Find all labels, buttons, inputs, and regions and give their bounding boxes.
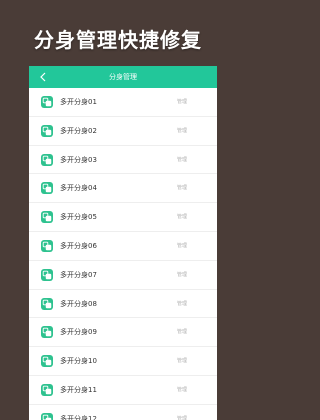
- phone-screen: 分身管理 多开分身01 管理 多开分身02 管理 多开分身03 管理 多开分身04 管理 多开分…: [29, 66, 217, 420]
- clone-app-icon: [41, 326, 53, 339]
- manage-button[interactable]: 管理: [177, 318, 187, 346]
- page-title: 分身管理: [109, 73, 137, 81]
- list-item-label: 多开分身05: [60, 213, 97, 222]
- clone-app-icon: [41, 211, 53, 224]
- list-item-label: 多开分身08: [60, 299, 97, 308]
- list-item[interactable]: 多开分身09 管理: [29, 318, 217, 348]
- manage-button[interactable]: 管理: [177, 88, 187, 116]
- list-item-label: 多开分身07: [60, 270, 97, 279]
- promo-title: 分身管理快捷修复: [34, 28, 202, 52]
- manage-button[interactable]: 管理: [177, 146, 187, 174]
- list-item-label: 多开分身12: [60, 414, 97, 420]
- list-item[interactable]: 多开分身07 管理: [29, 261, 217, 290]
- list-item-label: 多开分身11: [60, 386, 97, 394]
- manage-button[interactable]: 管理: [177, 261, 187, 289]
- clone-app-icon: [41, 124, 53, 137]
- list-item-label: 多开分身06: [60, 242, 97, 250]
- clone-app-icon: [41, 384, 53, 396]
- clone-app-icon: [41, 268, 53, 281]
- list-item-label: 多开分身02: [60, 126, 97, 135]
- clone-app-icon: [41, 297, 53, 310]
- list-item[interactable]: 多开分身04 管理: [29, 174, 217, 204]
- manage-button[interactable]: 管理: [177, 290, 187, 318]
- app-bar: 分身管理: [29, 66, 217, 88]
- clone-app-icon: [41, 182, 53, 195]
- manage-button[interactable]: 管理: [177, 174, 187, 202]
- clone-app-icon: [41, 412, 53, 420]
- manage-button[interactable]: 管理: [177, 376, 187, 404]
- list-item[interactable]: 多开分身11 管理: [29, 376, 217, 405]
- manage-button[interactable]: 管理: [177, 405, 187, 420]
- manage-button[interactable]: 管理: [177, 232, 187, 260]
- manage-button[interactable]: 管理: [177, 347, 187, 375]
- list-item[interactable]: 多开分身12 管理: [29, 405, 217, 420]
- manage-button[interactable]: 管理: [177, 117, 187, 145]
- list-item-label: 多开分身01: [60, 98, 97, 106]
- list-item-label: 多开分身09: [60, 328, 97, 337]
- list-item[interactable]: 多开分身10 管理: [29, 347, 217, 376]
- list-item-label: 多开分身03: [60, 155, 97, 164]
- list-item-label: 多开分身04: [60, 184, 97, 193]
- list-item[interactable]: 多开分身06 管理: [29, 232, 217, 261]
- back-arrow-icon[interactable]: [38, 70, 50, 84]
- list-item[interactable]: 多开分身02 管理: [29, 117, 217, 146]
- clone-app-icon: [41, 355, 53, 368]
- clone-app-icon: [41, 153, 53, 166]
- list-item[interactable]: 多开分身03 管理: [29, 146, 217, 175]
- clone-app-icon: [41, 96, 53, 108]
- list-item[interactable]: 多开分身01 管理: [29, 88, 217, 117]
- manage-button[interactable]: 管理: [177, 203, 187, 231]
- list-item-label: 多开分身10: [60, 357, 97, 366]
- list-item[interactable]: 多开分身08 管理: [29, 290, 217, 319]
- clone-app-icon: [41, 240, 53, 252]
- list-item[interactable]: 多开分身05 管理: [29, 203, 217, 232]
